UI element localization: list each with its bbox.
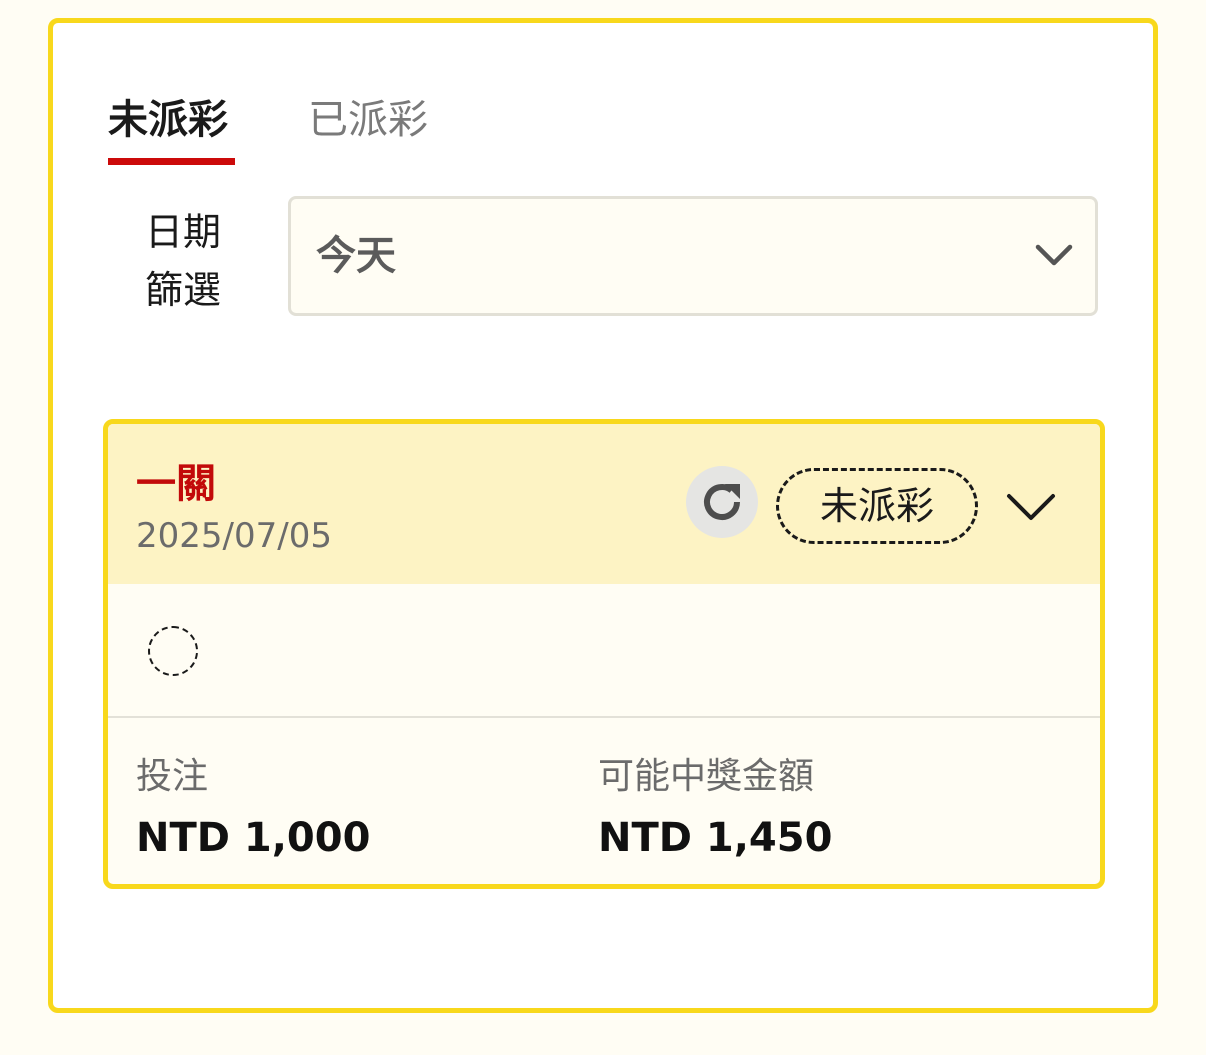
chevron-down-icon (1035, 243, 1073, 271)
bet-date: 2025/07/05 (136, 516, 332, 556)
status-badge: 未派彩 (776, 468, 978, 544)
date-filter-value: 今天 (316, 233, 396, 279)
potential-payout-label: 可能中獎金額 (598, 756, 815, 797)
tab-settled[interactable]: 已派彩 (308, 93, 428, 147)
date-filter-label-line1: 日期 (144, 210, 221, 254)
stake-label: 投注 (136, 756, 209, 797)
date-filter-select[interactable]: 今天 (288, 196, 1098, 316)
bet-card-header: 一關 2025/07/05 未派彩 (108, 424, 1100, 584)
stake-value: NTD 1,000 (136, 815, 371, 861)
refresh-icon (704, 484, 740, 520)
active-tab-underline (108, 158, 235, 165)
date-filter-label-line2: 篩選 (144, 268, 221, 312)
tab-unsettled[interactable]: 未派彩 (108, 93, 228, 147)
selection-area (108, 584, 1100, 718)
date-filter-label: 日期 篩選 (133, 203, 233, 319)
refresh-button[interactable] (686, 466, 758, 538)
dashed-circle-icon (148, 626, 198, 676)
bet-history-panel: 未派彩 已派彩 日期 篩選 今天 一關 2025/07/05 未派彩 投注 NT… (48, 18, 1158, 1013)
bet-type: 一關 (136, 461, 216, 507)
bet-card: 一關 2025/07/05 未派彩 投注 NTD 1,000 可能中獎金額 NT… (103, 419, 1105, 889)
expand-toggle[interactable] (1006, 492, 1056, 526)
potential-payout-value: NTD 1,450 (598, 815, 833, 861)
chevron-down-icon (1007, 494, 1055, 520)
